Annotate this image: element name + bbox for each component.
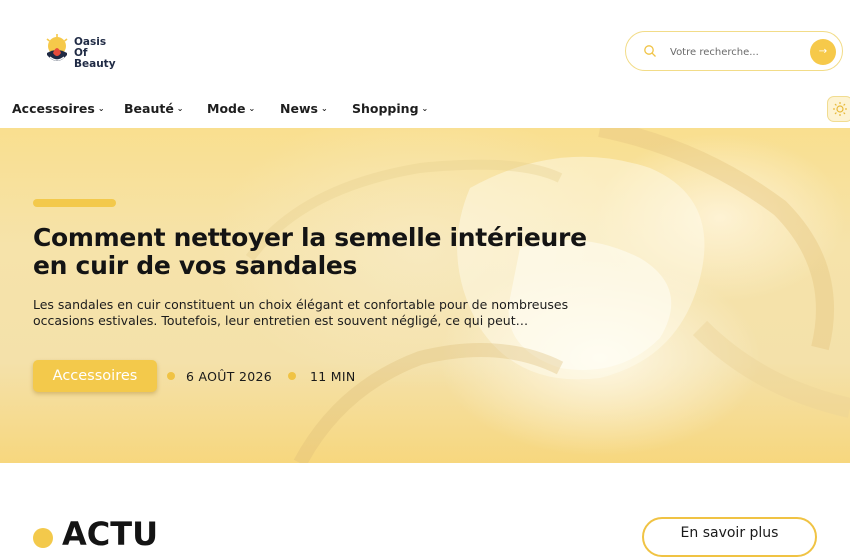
section-title: ACTU xyxy=(62,515,159,553)
site-logo[interactable]: Oasis Of Beauty xyxy=(44,33,116,73)
theme-toggle-button[interactable] xyxy=(827,96,850,122)
main-nav: Accessoires ⌄ Beauté ⌄ Mode ⌄ News ⌄ Shoppin… xyxy=(0,95,850,128)
category-button[interactable]: Accessoires xyxy=(33,360,157,392)
hero-accent-bar xyxy=(33,199,116,207)
search-bar: → xyxy=(625,31,843,71)
nav-item-beaute[interactable]: Beauté ⌄ xyxy=(124,101,184,116)
nav-item-label: Beauté xyxy=(124,101,174,116)
hero-meta: Accessoires 6 AOÛT 2026 11 MIN xyxy=(33,360,355,392)
sun-icon xyxy=(833,102,847,116)
chevron-down-icon: ⌄ xyxy=(248,104,256,113)
search-submit-button[interactable]: → xyxy=(810,39,836,65)
section-dot-icon xyxy=(33,528,53,548)
meta-dot-icon xyxy=(167,372,175,380)
nav-item-label: Shopping xyxy=(352,101,419,116)
logo-line: Oasis xyxy=(74,35,107,48)
logo-icon xyxy=(46,34,68,61)
nav-item-mode[interactable]: Mode ⌄ xyxy=(207,101,255,116)
hero-background-image xyxy=(245,128,850,463)
logo-line: Of xyxy=(74,46,88,59)
chevron-down-icon: ⌄ xyxy=(97,104,105,113)
arrow-right-icon: → xyxy=(818,46,828,57)
read-time: 11 MIN xyxy=(309,368,356,384)
nav-item-shopping[interactable]: Shopping ⌄ xyxy=(352,101,428,116)
hero-featured-article[interactable]: Comment nettoyer la semelle intérieure e… xyxy=(0,128,850,463)
nav-item-label: Mode xyxy=(207,101,246,116)
logo-text: Oasis Of Beauty xyxy=(74,35,116,70)
more-button[interactable]: En savoir plus xyxy=(642,517,817,557)
search-input[interactable] xyxy=(670,42,800,62)
nav-item-label: News xyxy=(280,101,318,116)
chevron-down-icon: ⌄ xyxy=(421,104,429,113)
site-header: Oasis Of Beauty → xyxy=(0,0,850,95)
logo-line: Beauty xyxy=(74,57,116,70)
post-date: 6 AOÛT 2026 xyxy=(186,368,272,384)
chevron-down-icon: ⌄ xyxy=(320,104,328,113)
chevron-down-icon: ⌄ xyxy=(176,104,184,113)
nav-item-accessoires[interactable]: Accessoires ⌄ xyxy=(12,101,105,116)
hero-title[interactable]: Comment nettoyer la semelle intérieure e… xyxy=(33,224,603,280)
nav-item-label: Accessoires xyxy=(12,101,95,116)
search-icon xyxy=(644,45,656,57)
meta-dot-icon xyxy=(287,372,296,380)
nav-item-news[interactable]: News ⌄ xyxy=(280,101,328,116)
hero-excerpt: Les sandales en cuir constituent un choi… xyxy=(33,297,569,328)
